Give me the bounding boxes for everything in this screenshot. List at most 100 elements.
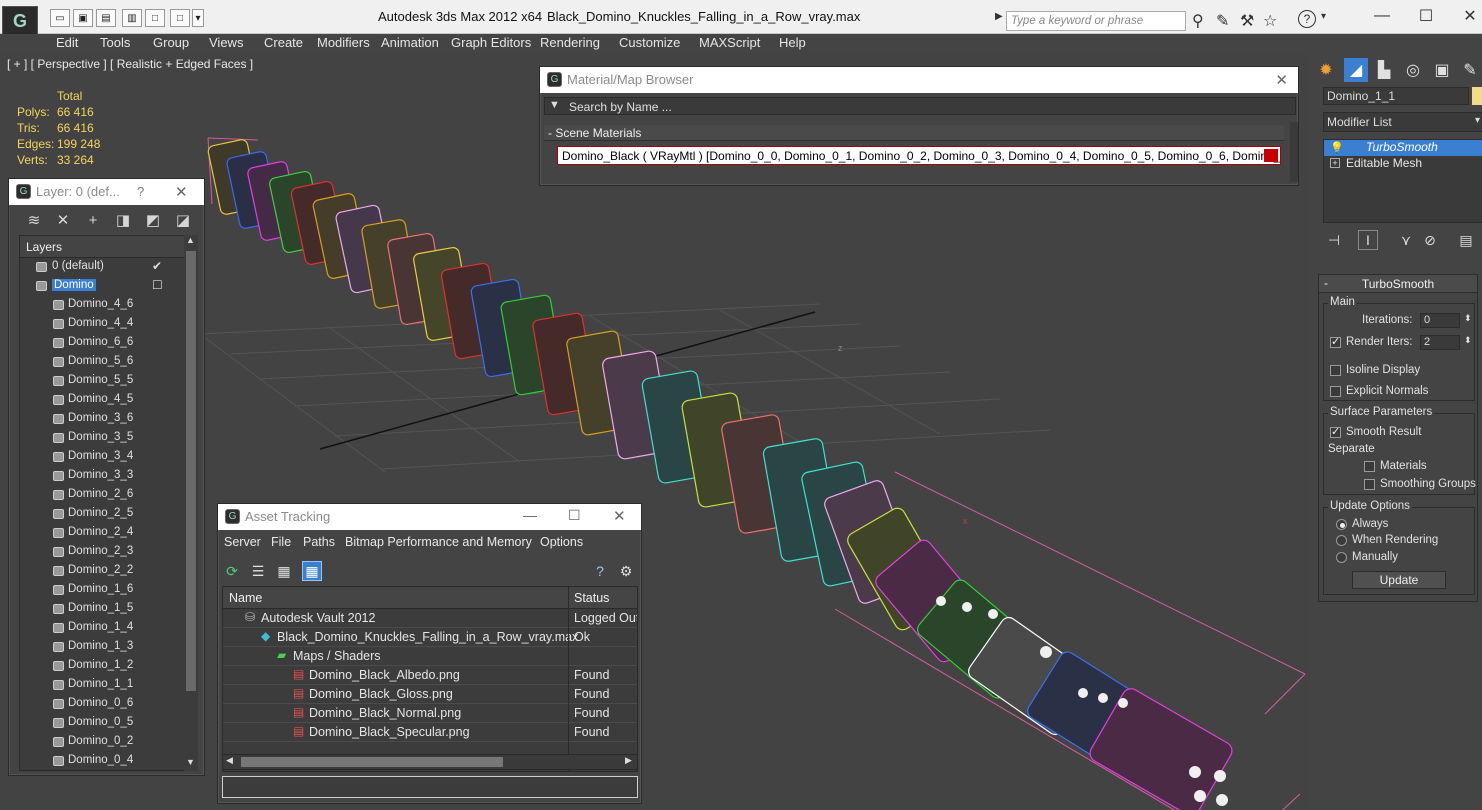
materials-checkbox[interactable] — [1364, 461, 1375, 472]
asset-menu-options[interactable]: Options — [540, 535, 583, 549]
layer-scroll-thumb[interactable] — [186, 251, 196, 691]
layer-row[interactable]: Domino_0_2 — [20, 733, 189, 752]
hierarchy-tab-icon[interactable]: ▙ — [1372, 58, 1396, 82]
vault-login-icon[interactable]: ⚙ — [616, 561, 636, 581]
scroll-right-icon[interactable]: ▶ — [625, 755, 632, 766]
render-iters-checkbox[interactable] — [1330, 335, 1341, 348]
material-search-field[interactable]: ▼ Search by Name ... — [544, 97, 1296, 115]
column-divider[interactable] — [568, 587, 569, 771]
help-vault-icon[interactable]: ? — [590, 561, 610, 581]
layer-row[interactable]: Domino_2_2 — [20, 562, 189, 581]
layer-row[interactable]: Domino_2_6 — [20, 486, 189, 505]
collapse-icon[interactable]: - — [1324, 276, 1328, 290]
make-unique-icon[interactable]: ⋎ — [1396, 230, 1416, 250]
scroll-up-icon[interactable]: ▲ — [186, 235, 195, 245]
status-column-header[interactable]: Status — [574, 591, 609, 605]
favorites-star-icon[interactable]: ☆ — [1263, 11, 1277, 31]
layer-row[interactable]: Domino_4_4 — [20, 315, 189, 334]
layer-panel-titlebar[interactable]: G Layer: 0 (def... ? ✕ — [9, 179, 204, 205]
help-search-input[interactable]: Type a keyword or phrase — [1006, 11, 1186, 31]
spinner-arrows-icon[interactable]: ⬍ — [1464, 335, 1472, 346]
open-file-icon[interactable]: ▭ — [50, 9, 70, 27]
expand-plus-icon[interactable]: + — [1330, 158, 1340, 168]
delete-layer-icon[interactable]: ✕ — [53, 210, 73, 230]
menu-create[interactable]: Create — [264, 35, 303, 50]
update-button[interactable]: Update — [1352, 571, 1446, 589]
help-icon[interactable]: ? — [1298, 10, 1316, 28]
asset-row[interactable]: ▤ Domino_Black_Albedo.png Found — [223, 666, 637, 685]
layer-row[interactable]: Domino_3_6 — [20, 410, 189, 429]
menu-animation[interactable]: Animation — [381, 35, 439, 50]
asset-menu-server[interactable]: Server — [224, 535, 261, 549]
layer-row[interactable]: Domino_0_6 — [20, 695, 189, 714]
layer-row[interactable]: Domino_6_6 — [20, 334, 189, 353]
layer-row[interactable]: Domino_1_6 — [20, 581, 189, 600]
isoline-display-checkbox[interactable] — [1330, 365, 1341, 376]
close-window-icon[interactable]: ✕ — [1450, 4, 1482, 28]
menu-views[interactable]: Views — [209, 35, 243, 50]
asset-tracking-titlebar[interactable]: G Asset Tracking — ☐ ✕ — [218, 504, 641, 530]
object-name-field[interactable]: Domino_1_1 — [1323, 87, 1469, 105]
menu-modifiers[interactable]: Modifiers — [317, 35, 370, 50]
hold-icon[interactable]: □ — [145, 9, 165, 27]
layer-row[interactable]: Domino_4_5 — [20, 391, 189, 410]
list-view-icon[interactable]: ☰ — [248, 561, 268, 581]
asset-horizontal-scrollbar[interactable]: ◀ ▶ — [222, 754, 638, 770]
configure-sets-icon[interactable]: ▤ — [1456, 230, 1476, 250]
menu-rendering[interactable]: Rendering — [540, 35, 600, 50]
layer-stack-icon[interactable]: ≋ — [24, 210, 44, 230]
asset-row[interactable]: ⛁ Autodesk Vault 2012 Logged Out — [223, 609, 637, 628]
binoculars-icon[interactable]: ⚲ — [1192, 11, 1204, 31]
remove-modifier-icon[interactable]: ⊘ — [1420, 230, 1440, 250]
layer-row[interactable]: Domino_0_4 — [20, 752, 189, 770]
menu-help[interactable]: Help — [779, 35, 806, 50]
layer-list[interactable]: Layers 0 (default) ✔ Domino ☐ Domino_4_6 Domi… — [19, 235, 190, 771]
layer-row[interactable]: Domino_3_4 — [20, 448, 189, 467]
stack-item-editable-mesh[interactable]: + Editable Mesh — [1324, 156, 1482, 172]
modifier-list-dropdown[interactable]: Modifier List ▾ — [1323, 112, 1482, 132]
display-tab-icon[interactable]: ▣ — [1430, 58, 1454, 82]
asset-row[interactable]: ▤ Domino_Black_Normal.png Found — [223, 704, 637, 723]
layer-row[interactable]: Domino_2_5 — [20, 505, 189, 524]
close-icon[interactable]: ✕ — [175, 183, 188, 201]
iterations-spinner[interactable]: 0 — [1420, 313, 1460, 328]
minimize-icon[interactable]: — — [1362, 4, 1402, 28]
layer-row[interactable]: Domino_1_4 — [20, 619, 189, 638]
help-icon[interactable]: ? — [137, 184, 144, 199]
hide-layer-icon[interactable]: ◪ — [173, 210, 193, 230]
menu-graph-editors[interactable]: Graph Editors — [451, 35, 531, 50]
scroll-left-icon[interactable]: ◀ — [226, 755, 233, 766]
thumbnail-view-icon[interactable]: ▦ — [274, 561, 294, 581]
asset-menu-paths[interactable]: Paths — [303, 535, 335, 549]
maximize-icon[interactable]: ☐ — [568, 507, 581, 524]
layer-row[interactable]: Domino ☐ — [20, 277, 189, 296]
asset-status-field[interactable] — [222, 776, 638, 798]
layers-column-header[interactable]: Layers — [20, 236, 189, 258]
viewport-label[interactable]: [ + ] [ Perspective ] [ Realistic + Edge… — [7, 57, 253, 71]
motion-tab-icon[interactable]: ◎ — [1401, 58, 1425, 82]
layer-row[interactable]: Domino_4_6 — [20, 296, 189, 315]
add-layer-icon[interactable]: + — [83, 210, 103, 230]
object-color-swatch[interactable] — [1472, 87, 1482, 105]
asset-row[interactable]: ▤ Domino_Black_Gloss.png Found — [223, 685, 637, 704]
asset-row[interactable]: ◆ Black_Domino_Knuckles_Falling_in_a_Row_… — [223, 628, 637, 647]
material-browser-scrollbar[interactable] — [1290, 122, 1298, 182]
show-end-result-icon[interactable]: I — [1358, 230, 1378, 250]
close-icon[interactable]: ✕ — [613, 507, 626, 525]
menu-group[interactable]: Group — [153, 35, 189, 50]
select-layer-icon[interactable]: ◨ — [113, 210, 133, 230]
maximize-icon[interactable]: ☐ — [1406, 4, 1446, 28]
spinner-arrows-icon[interactable]: ⬍ — [1464, 313, 1472, 324]
table-view-icon[interactable]: ▦ — [302, 561, 322, 581]
options-dropdown-icon[interactable]: ▼ — [549, 99, 560, 111]
explicit-normals-checkbox[interactable] — [1330, 386, 1341, 397]
layer-row[interactable]: 0 (default) ✔ — [20, 258, 189, 277]
subscription-icon[interactable]: ✎ — [1216, 11, 1229, 31]
utilities-tab-icon[interactable]: ✎ — [1458, 58, 1482, 82]
help-dropdown-icon[interactable]: ▾ — [1321, 11, 1326, 22]
layer-row[interactable]: Domino_1_1 — [20, 676, 189, 695]
pin-stack-icon[interactable]: ⊣ — [1324, 230, 1344, 250]
smoothing-groups-checkbox[interactable] — [1364, 479, 1375, 490]
layer-row[interactable]: Domino_3_3 — [20, 467, 189, 486]
layer-row[interactable]: Domino_1_3 — [20, 638, 189, 657]
